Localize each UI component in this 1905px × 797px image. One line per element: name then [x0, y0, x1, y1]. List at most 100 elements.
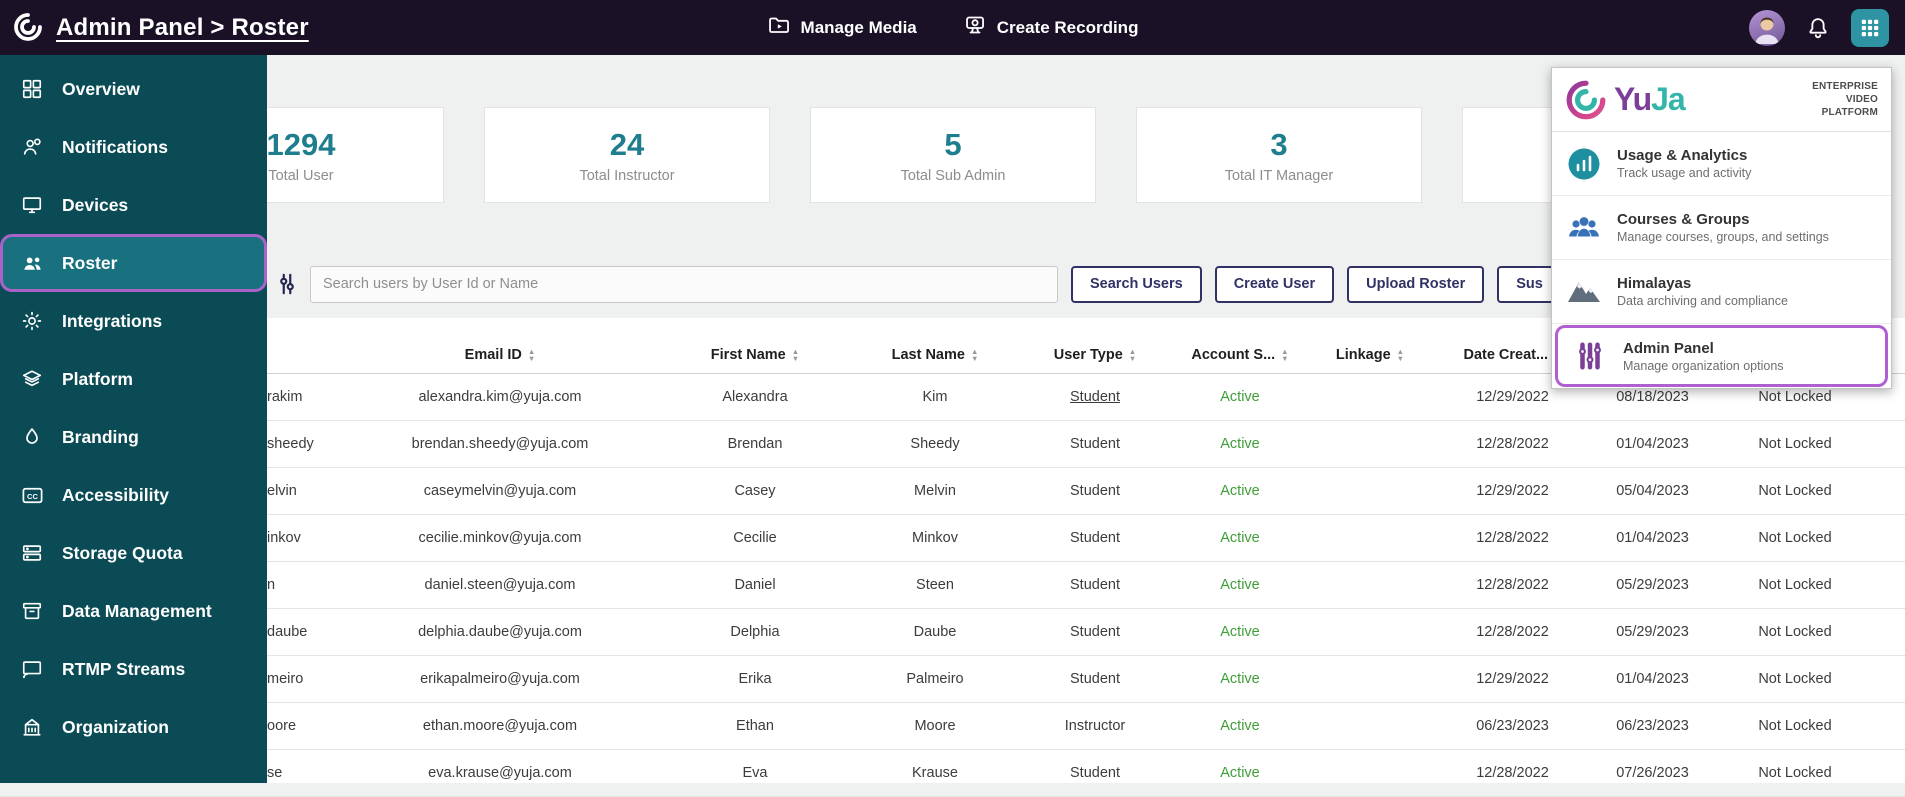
cell-user-type[interactable]: Student: [1020, 530, 1170, 546]
menu-item-admin-panel[interactable]: Admin Panel Manage organization options: [1555, 325, 1888, 387]
col-email[interactable]: Email ID ▲ ▼: [340, 347, 660, 363]
cell-user-type[interactable]: Student: [1020, 483, 1170, 499]
cell-lock-status: Not Locked: [1758, 389, 1832, 405]
cell-user-type[interactable]: Student: [1020, 577, 1170, 593]
sidebar-item-branding[interactable]: Branding: [0, 408, 267, 466]
sidebar-item-overview[interactable]: Overview: [0, 60, 267, 118]
table-row[interactable]: inkov cecilie.minkov@yuja.com Cecilie Mi…: [0, 515, 1905, 562]
cell-account-status: Active: [1220, 624, 1260, 640]
table-row[interactable]: oore ethan.moore@yuja.com Ethan Moore In…: [0, 703, 1905, 750]
sidebar-item-data-management[interactable]: Data Management: [0, 582, 267, 640]
sort-icon[interactable]: ▲▼: [792, 347, 799, 362]
sort-icon[interactable]: ▲▼: [528, 347, 535, 362]
menu-item-desc: Track usage and activity: [1617, 166, 1752, 180]
cell-first-name: Alexandra: [722, 389, 788, 405]
cell-date-created: 12/28/2022: [1476, 577, 1549, 593]
menu-item-desc: Manage courses, groups, and settings: [1617, 230, 1829, 244]
cell-account-status: Active: [1220, 530, 1260, 546]
sidebar-item-integrations[interactable]: Integrations: [0, 292, 267, 350]
sidebar-item-label: Platform: [62, 368, 133, 389]
sidebar-item-devices[interactable]: Devices: [0, 176, 267, 234]
avatar[interactable]: [1749, 9, 1785, 46]
sidebar-item-storage-quota[interactable]: Storage Quota: [0, 524, 267, 582]
sort-icon[interactable]: ▲▼: [1281, 347, 1288, 362]
menu-item-title: Himalayas: [1617, 275, 1692, 292]
sidebar-item-platform[interactable]: Platform: [0, 350, 267, 408]
filter-sliders-icon[interactable]: [274, 271, 300, 297]
layers-icon: [19, 368, 45, 390]
menu-item-himalayas[interactable]: Himalayas Data archiving and compliance: [1552, 260, 1891, 324]
cell-account-status: Active: [1220, 577, 1260, 593]
cell-user-type[interactable]: Student: [1020, 671, 1170, 687]
cell-email: cecilie.minkov@yuja.com: [418, 530, 582, 546]
cell-date-2: 01/04/2023: [1616, 671, 1689, 687]
col-first-name[interactable]: First Name ▲ ▼: [660, 347, 850, 363]
cell-account-status: Active: [1220, 765, 1260, 781]
menu-item-courses-groups[interactable]: Courses & Groups Manage courses, groups,…: [1552, 196, 1891, 260]
table-row[interactable]: se eva.krause@yuja.com Eva Krause Studen…: [0, 750, 1905, 797]
cell-first-name: Daniel: [734, 577, 776, 593]
table-row[interactable]: elvin caseymelvin@yuja.com Casey Melvin …: [0, 468, 1905, 515]
create-user-button[interactable]: Create User: [1214, 265, 1335, 303]
sort-icon[interactable]: ▲▼: [1129, 347, 1136, 362]
cell-user-type[interactable]: Student: [1020, 436, 1170, 452]
apps-menu-brand: YuJa ENTERPRISE VIDEO PLATFORM: [1552, 68, 1891, 132]
stat-label: Total User: [268, 167, 334, 184]
sidebar-item-label: Branding: [62, 426, 139, 447]
archive-box-icon: [19, 600, 45, 622]
cell-date-2: 08/18/2023: [1616, 389, 1689, 405]
stat-value: 1294: [266, 126, 336, 162]
sidebar-item-rtmp-streams[interactable]: RTMP Streams: [0, 640, 267, 698]
sliders-icon: [1570, 338, 1610, 374]
sort-icon[interactable]: ▲▼: [1397, 347, 1404, 362]
sidebar-item-label: Accessibility: [62, 484, 169, 505]
sidebar-item-organization[interactable]: Organization: [0, 698, 267, 756]
cell-date-2: 05/29/2023: [1616, 577, 1689, 593]
col-last-name[interactable]: Last Name ▲ ▼: [850, 347, 1020, 363]
table-row[interactable]: meiro erikapalmeiro@yuja.com Erika Palme…: [0, 656, 1905, 703]
stat-value: 24: [609, 126, 645, 162]
sort-icon[interactable]: ▲▼: [971, 347, 978, 362]
sidebar-item-label: Integrations: [62, 310, 163, 331]
search-input[interactable]: [310, 265, 1058, 303]
upload-roster-button[interactable]: Upload Roster: [1347, 265, 1485, 303]
manage-media-button[interactable]: Manage Media: [767, 13, 917, 42]
sidebar-item-accessibility[interactable]: CC Accessibility: [0, 466, 267, 524]
cell-user-type[interactable]: Instructor: [1020, 718, 1170, 734]
sidebar-item-roster[interactable]: Roster: [0, 234, 267, 292]
menu-item-title: Usage & Analytics: [1617, 147, 1748, 164]
cell-last-name: Melvin: [914, 483, 956, 499]
user-alert-icon: [19, 136, 45, 158]
stat-card-total-instructor: 24 Total Instructor: [484, 107, 770, 203]
cell-user-type[interactable]: Student: [1020, 389, 1170, 405]
menu-item-usage-analytics[interactable]: Usage & Analytics Track usage and activi…: [1552, 132, 1891, 196]
cell-lock-status: Not Locked: [1758, 436, 1832, 452]
apps-grid-button[interactable]: [1851, 8, 1889, 47]
col-linkage[interactable]: Linkage ▲ ▼: [1310, 347, 1430, 363]
cell-first-name: Delphia: [730, 624, 780, 640]
cell-first-name: Casey: [734, 483, 776, 499]
table-row[interactable]: n daniel.steen@yuja.com Daniel Steen Stu…: [0, 562, 1905, 609]
cell-account-status: Active: [1220, 389, 1260, 405]
col-user-type[interactable]: User Type ▲ ▼: [1020, 347, 1170, 363]
cell-lock-status: Not Locked: [1758, 671, 1832, 687]
cell-date-created: 12/29/2022: [1476, 671, 1549, 687]
search-users-button[interactable]: Search Users: [1071, 265, 1202, 303]
table-row[interactable]: sheedy brendan.sheedy@yuja.com Brendan S…: [0, 421, 1905, 468]
analytics-chart-icon: [1564, 145, 1604, 183]
cell-user-type[interactable]: Student: [1020, 624, 1170, 640]
table-row[interactable]: daube delphia.daube@yuja.com Delphia Dau…: [0, 609, 1905, 656]
monitor-icon: [19, 194, 45, 216]
sidebar-item-notifications[interactable]: Notifications: [0, 118, 267, 176]
col-account-status[interactable]: Account S... ▲ ▼: [1170, 347, 1310, 363]
yuja-logo-icon: [13, 12, 43, 47]
topbar: Admin Panel > Roster Manage Media Create…: [0, 0, 1905, 55]
cell-last-name: Palmeiro: [906, 671, 964, 687]
cell-first-name: Cecilie: [733, 530, 777, 546]
cell-account-status: Active: [1220, 483, 1260, 499]
apps-dropdown-menu: YuJa ENTERPRISE VIDEO PLATFORM Usage & A…: [1551, 67, 1892, 389]
create-recording-button[interactable]: Create Recording: [963, 13, 1138, 42]
cell-user-type[interactable]: Student: [1020, 765, 1170, 781]
cell-account-status: Active: [1220, 436, 1260, 452]
bell-icon[interactable]: [1805, 15, 1831, 41]
